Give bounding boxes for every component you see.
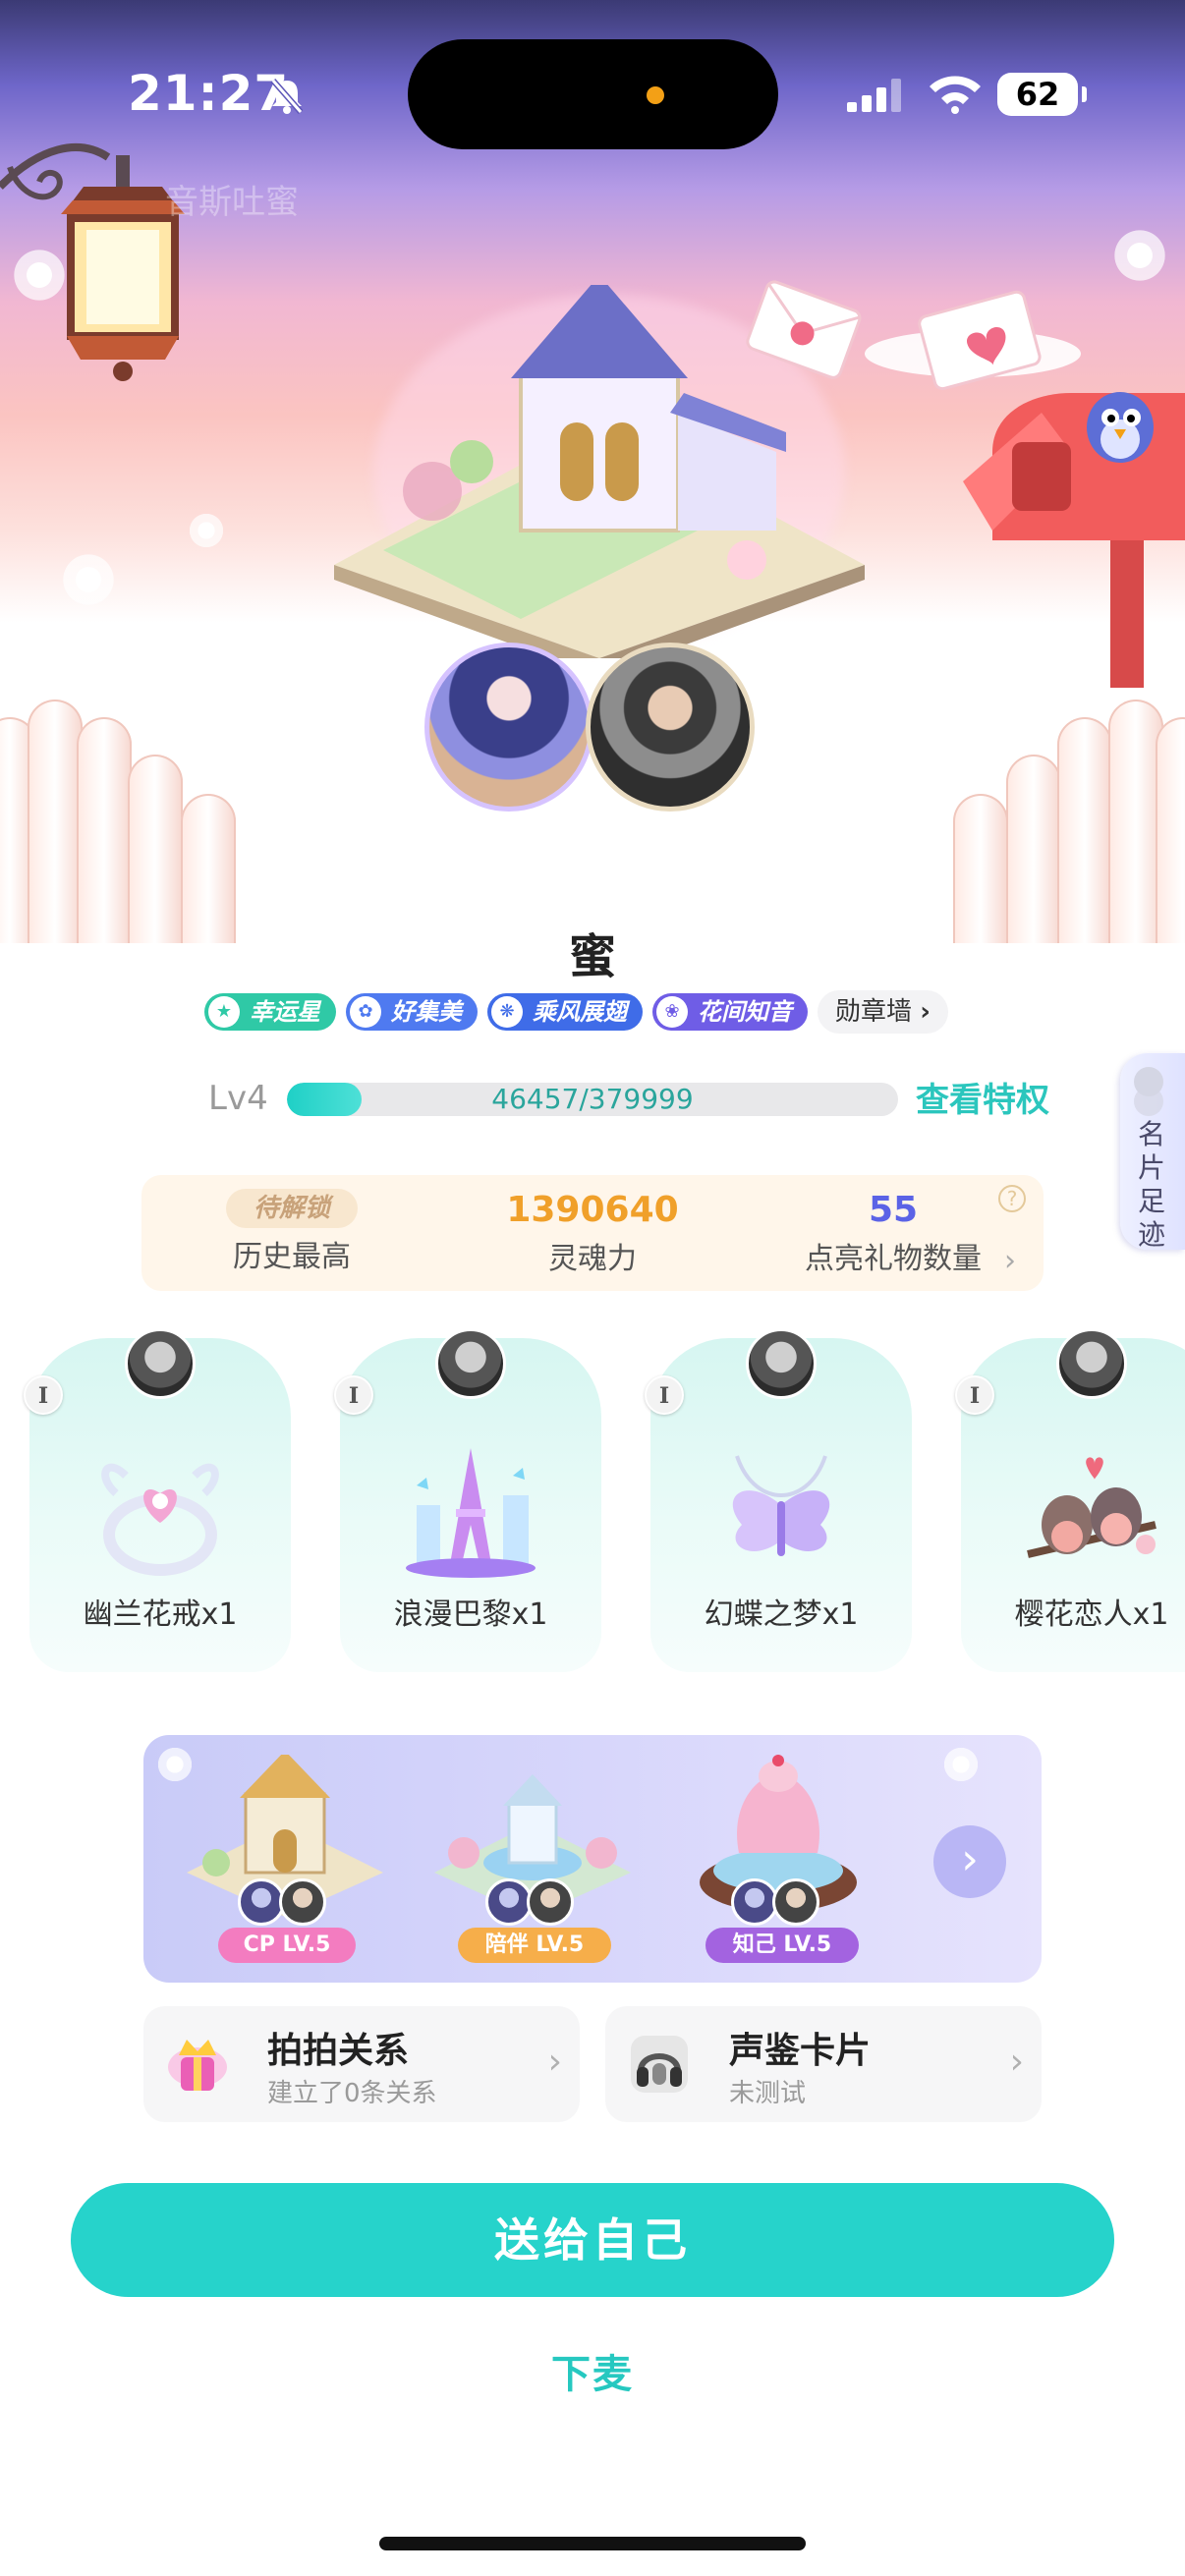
badge-hua-jian[interactable]: ❀ 花间知音	[652, 993, 808, 1031]
ring-icon	[101, 1463, 219, 1576]
leave-mic-button[interactable]: 下麦	[0, 2342, 1185, 2399]
level-progress-bar: 46457/379999	[287, 1083, 898, 1116]
eiffel-tower-icon	[406, 1448, 536, 1578]
avatar	[279, 1878, 326, 1926]
card-subtitle: 建立了0条关系	[267, 2079, 437, 2108]
gift-list: I 幽兰花戒x1 I 浪漫巴黎x1 I 幻蝶之梦x1 I 樱花恋人x1	[0, 1326, 1185, 1680]
card-title: 声鉴卡片	[729, 2031, 872, 2071]
faded-room-title: 音斯吐蜜	[165, 183, 299, 222]
avatar	[527, 1878, 574, 1926]
gift-level-badge: I	[334, 1375, 373, 1415]
avatar	[731, 1878, 778, 1926]
avatar-left[interactable]	[424, 643, 593, 812]
cp-level-badge: CP LV.5	[218, 1928, 356, 1963]
badge-lucky-star[interactable]: ★ 幸运星	[204, 993, 336, 1031]
confidant-level-badge: 知己 LV.5	[705, 1928, 859, 1963]
gift-card[interactable]: I 幽兰花戒x1	[24, 1328, 291, 1672]
dynamic-island	[408, 39, 778, 149]
avatar	[772, 1878, 819, 1926]
help-icon[interactable]: ?	[998, 1185, 1026, 1212]
chevron-right-icon: ›	[1009, 2042, 1024, 2082]
gift-card[interactable]: I 浪漫巴黎x1	[334, 1328, 601, 1672]
chevron-right-icon: ›	[547, 2042, 562, 2082]
owner-avatar	[746, 1328, 817, 1399]
owner-avatar	[435, 1328, 506, 1399]
card-title: 拍拍关系	[267, 2031, 410, 2071]
wing-icon: ❋	[491, 996, 523, 1028]
level-row: Lv4 46457/379999 查看特权	[208, 1073, 1053, 1132]
battery-indicator: 62	[997, 73, 1087, 116]
owner-avatar	[1056, 1328, 1127, 1399]
stat-soul-power: 1390640 灵魂力	[442, 1175, 743, 1291]
chevron-right-icon: ›	[920, 997, 931, 1027]
stat-label: 灵魂力	[548, 1242, 637, 1276]
gift-name: 幻蝶之梦x1	[704, 1597, 859, 1632]
voice-card[interactable]: 声鉴卡片 未测试 ›	[605, 2006, 1042, 2122]
medal-wall-link[interactable]: 勋章墙 ›	[818, 990, 948, 1034]
avatar	[485, 1878, 533, 1926]
gift-name: 幽兰花戒x1	[83, 1597, 238, 1632]
avatar	[238, 1878, 285, 1926]
owner-avatar	[125, 1328, 196, 1399]
gift-card[interactable]: I 幻蝶之梦x1	[645, 1328, 912, 1672]
gift-name: 樱花恋人x1	[1014, 1597, 1169, 1632]
gift-name: 浪漫巴黎x1	[393, 1597, 548, 1632]
profile-name: 蜜	[568, 929, 616, 984]
badge-hao-ji-mei[interactable]: ✿ 好集美	[346, 993, 478, 1031]
gift-level-badge: I	[645, 1375, 684, 1415]
companion-level-badge: 陪伴 LV.5	[458, 1928, 611, 1963]
gift-card[interactable]: I 樱花恋人x1	[955, 1328, 1185, 1672]
pat-relationship-card[interactable]: 拍拍关系 建立了0条关系 ›	[143, 2006, 580, 2122]
wifi-icon	[930, 76, 981, 114]
stat-history-high: 待解锁 历史最高	[141, 1175, 442, 1291]
music-flower-icon: ❀	[656, 996, 688, 1028]
bell-slash-icon	[270, 79, 304, 114]
headphones-icon	[631, 2036, 688, 2093]
stats-panel[interactable]: 待解锁 历史最高 1390640 灵魂力 55 点亮礼物数量 ? ›	[141, 1175, 1044, 1291]
gift-level-badge: I	[955, 1375, 994, 1415]
view-privileges-link[interactable]: 查看特权	[916, 1073, 1049, 1121]
card-footprint-tab[interactable]: 名片足迹	[1120, 1053, 1185, 1251]
lovebirds-icon	[1027, 1457, 1157, 1558]
footprint-dot-icon	[1134, 1087, 1163, 1116]
relationship-banner[interactable]: CP LV.5 陪伴 LV.5 知己 LV.5 ›	[143, 1735, 1042, 1983]
butterfly-necklace-icon	[732, 1455, 830, 1556]
stat-value: 1390640	[506, 1190, 679, 1230]
level-label: Lv4	[208, 1079, 268, 1118]
stat-label: 历史最高	[233, 1240, 351, 1274]
stat-label: 点亮礼物数量	[805, 1242, 982, 1276]
avatar-right[interactable]	[586, 643, 755, 812]
card-subtitle: 未测试	[729, 2079, 807, 2108]
gift-level-badge: I	[24, 1375, 63, 1415]
status-bar: 21:27 62 音斯吐蜜	[0, 0, 1185, 222]
badge-row: ★ 幸运星 ✿ 好集美 ❋ 乘风展翅 ❀ 花间知音 勋章墙 ›	[204, 990, 948, 1034]
locked-badge: 待解锁	[225, 1189, 358, 1228]
badge-cheng-feng[interactable]: ❋ 乘风展翅	[487, 993, 643, 1031]
card-footprint-label: 名片足迹	[1137, 1118, 1165, 1251]
clock: 21:27	[128, 65, 290, 122]
signal-icon	[847, 79, 901, 112]
chevron-right-icon: ›	[1004, 1244, 1016, 1278]
crown-gift-icon	[168, 2040, 227, 2091]
level-progress-text: 46457/379999	[491, 1083, 694, 1115]
flower-icon: ✿	[350, 996, 381, 1028]
star-icon: ★	[208, 996, 240, 1028]
home-indicator	[379, 2537, 806, 2550]
bird-decoration	[1087, 392, 1154, 463]
send-to-self-button[interactable]: 送给自己	[71, 2183, 1114, 2297]
chevron-right-icon[interactable]: ›	[933, 1825, 1006, 1898]
